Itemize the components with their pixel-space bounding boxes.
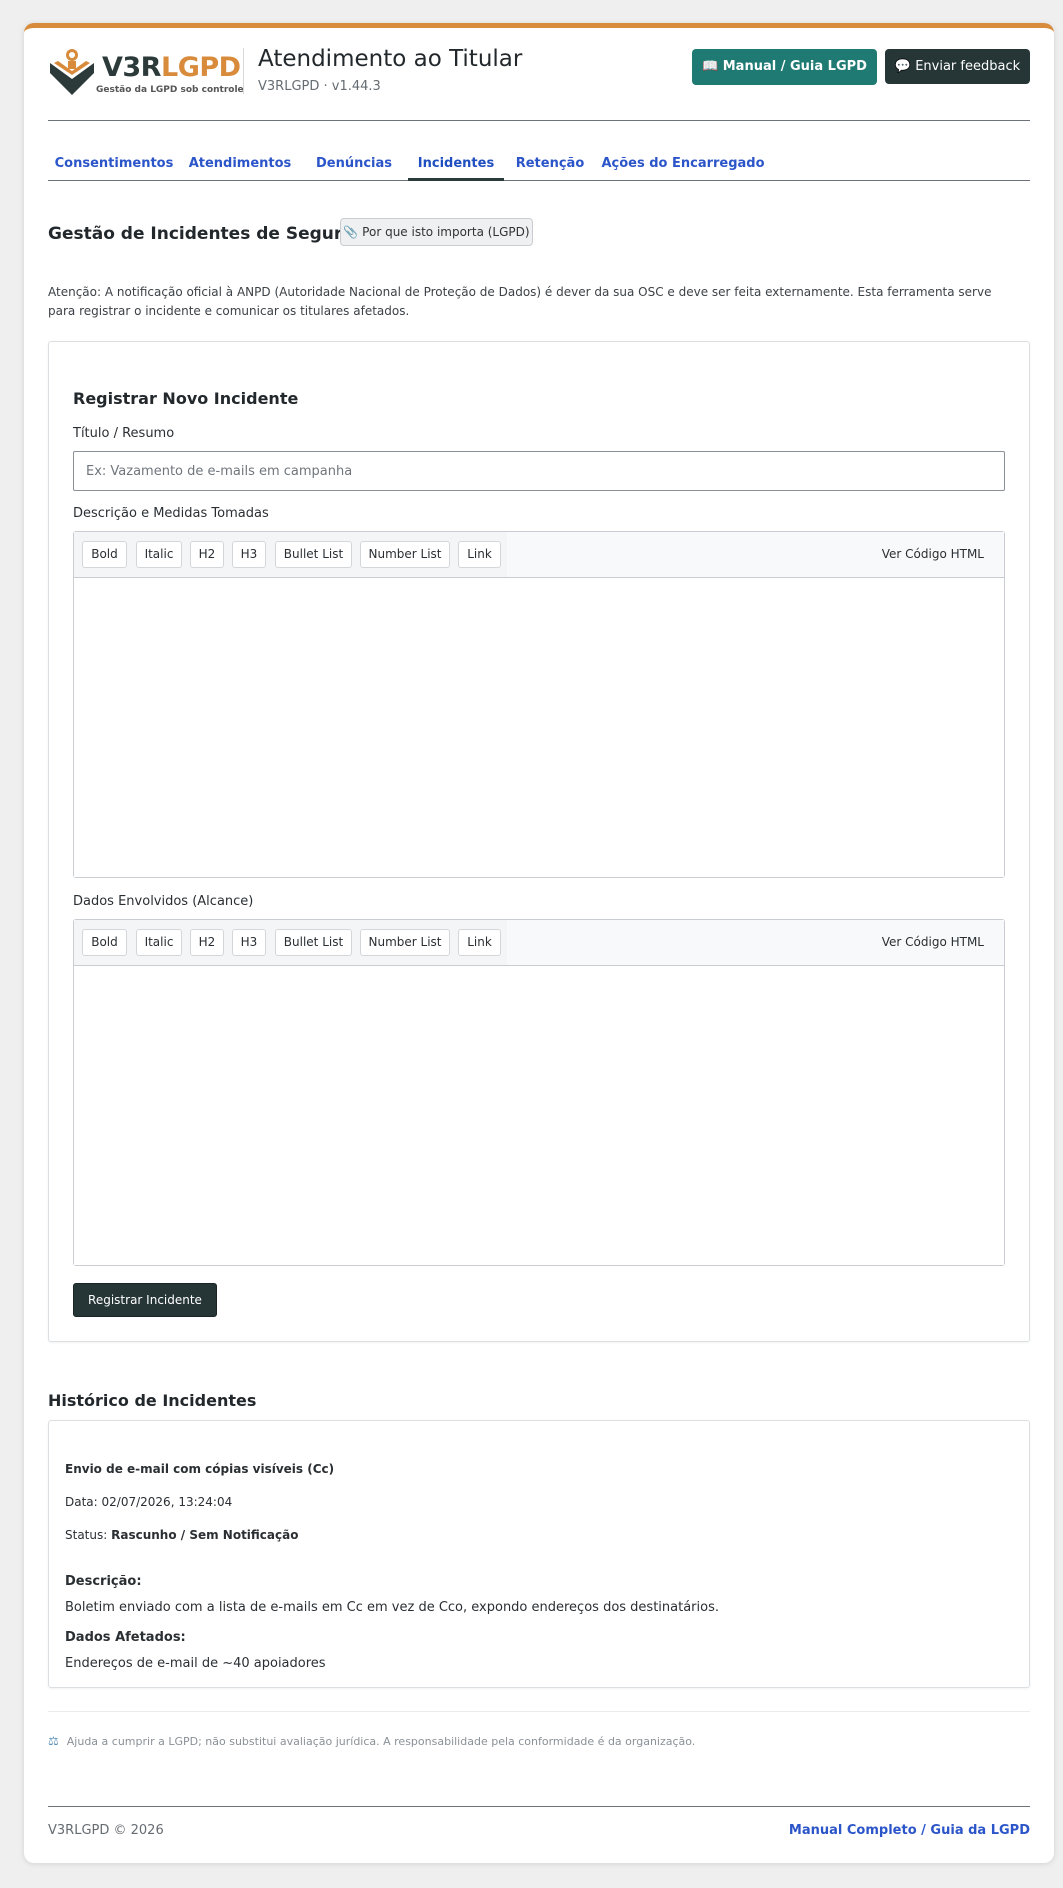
italic-button[interactable]: Italic: [136, 541, 182, 568]
italic-button[interactable]: Italic: [136, 929, 182, 956]
incident-data: Endereços de e-mail de ~40 apoiadores: [65, 1656, 326, 1671]
header-divider: [243, 48, 244, 94]
h2-button[interactable]: H2: [190, 541, 224, 568]
editor-toolbar: Bold Italic H2 H3 Bullet List Number Lis…: [74, 532, 507, 578]
incident-status: Status: Rascunho / Sem Notificação: [65, 1528, 299, 1542]
description-editor: Bold Italic H2 H3 Bullet List Number Lis…: [73, 531, 1005, 878]
send-feedback-button[interactable]: 💬 Enviar feedback: [885, 49, 1030, 84]
logo-wordmark: V3RLGPD: [102, 52, 241, 83]
h2-button[interactable]: H2: [190, 929, 224, 956]
title-field-label: Título / Resumo: [73, 426, 175, 441]
data-editor: Bold Italic H2 H3 Bullet List Number Lis…: [73, 919, 1005, 1266]
editor-toolbar-right: Ver Código HTML: [507, 920, 1004, 966]
app-header: V3RLGPD Gestão da LGPD sob controle Aten…: [48, 43, 1030, 121]
status-badge: Rascunho / Sem Notificação: [111, 1528, 299, 1542]
h3-button[interactable]: H3: [232, 929, 266, 956]
page-title: Atendimento ao Titular: [258, 46, 523, 72]
view-html-toggle[interactable]: Ver Código HTML: [882, 547, 984, 561]
anpd-notice: Atenção: A notificação oficial à ANPD (A…: [48, 285, 992, 318]
number-list-button[interactable]: Number List: [360, 541, 450, 568]
editor-toolbar: Bold Italic H2 H3 Bullet List Number Lis…: [74, 920, 507, 966]
incident-history-card: Envio de e-mail com cópias visíveis (Cc)…: [48, 1420, 1030, 1688]
view-html-toggle[interactable]: Ver Código HTML: [882, 935, 984, 949]
section-title: Gestão de Incidentes de Segurança: [48, 224, 388, 244]
scales-icon: ⚖: [48, 1734, 59, 1748]
tab-retencao[interactable]: Retenção: [504, 148, 596, 181]
form-title: Registrar Novo Incidente: [73, 389, 299, 408]
legal-disclaimer: ⚖ Ajuda a cumprir a LGPD; não substitui a…: [48, 1734, 696, 1748]
bullet-list-button[interactable]: Bullet List: [275, 541, 352, 568]
register-incident-card: Registrar Novo Incidente Título / Resumo…: [48, 341, 1030, 1342]
link-button[interactable]: Link: [458, 541, 501, 568]
incident-description-label: Descrição:: [65, 1574, 142, 1589]
app-page: V3RLGPD Gestão da LGPD sob controle Aten…: [24, 23, 1054, 1863]
tab-atendimentos[interactable]: Atendimentos: [180, 148, 300, 181]
tab-consentimentos[interactable]: Consentimentos: [48, 148, 180, 181]
incident-title: Envio de e-mail com cópias visíveis (Cc): [65, 1462, 335, 1476]
logo-tagline: Gestão da LGPD sob controle: [96, 85, 244, 95]
footer-copyright: V3RLGPD © 2026: [48, 1823, 164, 1838]
bullet-list-button[interactable]: Bullet List: [275, 929, 352, 956]
description-field-label: Descrição e Medidas Tomadas: [73, 506, 269, 521]
incident-data-label: Dados Afetados:: [65, 1630, 186, 1645]
disclaimer-divider: [48, 1711, 1030, 1712]
h3-button[interactable]: H3: [232, 541, 266, 568]
why-it-matters-button[interactable]: 📎 Por que isto importa (LGPD): [340, 218, 533, 246]
editor-toolbar-right: Ver Código HTML: [507, 532, 1004, 578]
app-version: V3RLGPD · v1.44.3: [258, 79, 381, 94]
data-editor-area[interactable]: [74, 966, 1004, 1265]
description-editor-area[interactable]: [74, 578, 1004, 877]
link-button[interactable]: Link: [458, 929, 501, 956]
nav-tabs: Consentimentos Atendimentos Denúncias In…: [48, 148, 1030, 181]
footer-manual-link[interactable]: Manual Completo / Guia da LGPD: [789, 1823, 1030, 1838]
data-field-label: Dados Envolvidos (Alcance): [73, 894, 254, 909]
incident-date: Data: 02/07/2026, 13:24:04: [65, 1495, 233, 1509]
bold-button[interactable]: Bold: [82, 929, 127, 956]
footer-divider: [48, 1806, 1030, 1807]
number-list-button[interactable]: Number List: [360, 929, 450, 956]
tab-denuncias[interactable]: Denúncias: [300, 148, 408, 181]
tab-acoes-encarregado[interactable]: Ações do Encarregado: [596, 148, 770, 181]
brand-logo[interactable]: V3RLGPD Gestão da LGPD sob controle: [48, 47, 244, 103]
incident-description: Boletim enviado com a lista de e-mails e…: [65, 1600, 719, 1615]
history-title: Histórico de Incidentes: [48, 1391, 257, 1410]
manual-guide-button[interactable]: 📖 Manual / Guia LGPD: [692, 49, 877, 85]
register-incident-button[interactable]: Registrar Incidente: [73, 1283, 217, 1317]
bold-button[interactable]: Bold: [82, 541, 127, 568]
title-input[interactable]: [73, 451, 1005, 491]
tab-incidentes[interactable]: Incidentes: [408, 148, 504, 181]
shield-logo-icon: [50, 49, 94, 95]
